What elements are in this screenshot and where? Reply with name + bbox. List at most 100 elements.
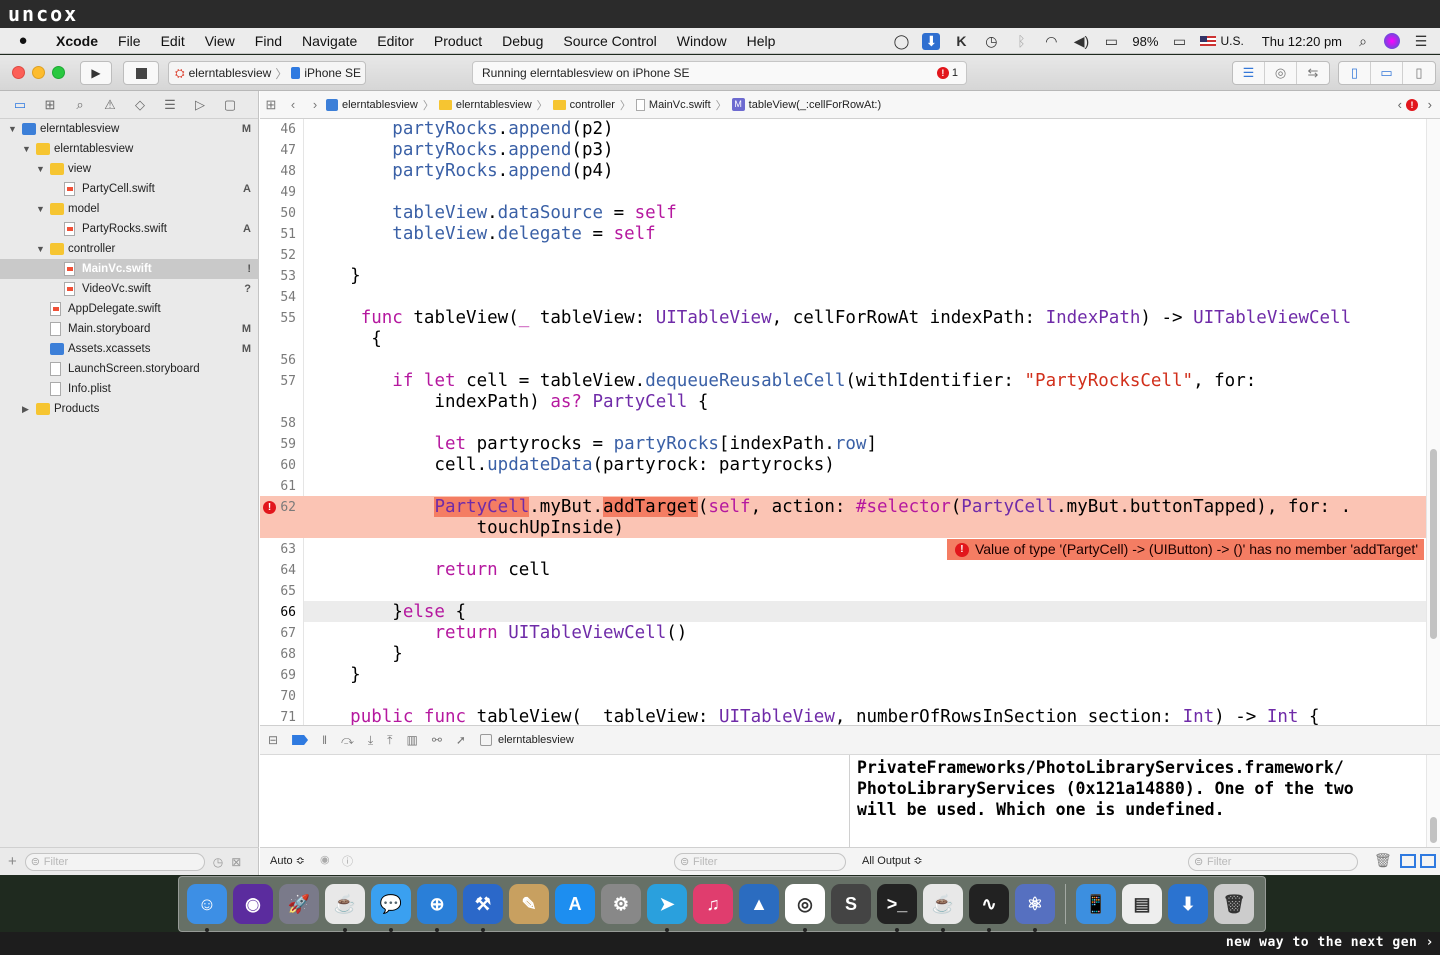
sublime-icon[interactable]: S [831, 884, 871, 924]
variables-scope-dropdown[interactable]: Auto ≎ [270, 854, 305, 867]
k-app-icon[interactable]: K [952, 33, 970, 49]
standard-editor-icon[interactable]: ☰ [1233, 62, 1265, 84]
tree-item[interactable]: LaunchScreen.storyboard [0, 359, 259, 379]
tree-item[interactable]: Main.storyboard M [0, 319, 259, 339]
battery-percent[interactable]: 98% [1132, 34, 1158, 49]
menu-window[interactable]: Window [667, 33, 737, 49]
menu-help[interactable]: Help [737, 33, 786, 49]
scheme-selector[interactable]: ⛭ elerntablesview 〉 iPhone SE [168, 61, 366, 85]
navigator-filter-input[interactable]: Filter [24, 852, 205, 871]
itunes-icon[interactable]: ♫ [693, 884, 733, 924]
app-store-icon[interactable]: A [555, 884, 595, 924]
console-filter-input[interactable]: Filter [1188, 853, 1358, 871]
test-icon[interactable]: ◇ [132, 97, 148, 113]
issue-indicator-icon[interactable]: ! [1406, 98, 1418, 111]
tree-item[interactable]: ▶ Products [0, 399, 259, 419]
messages-icon[interactable]: 💬 [371, 884, 411, 932]
tree-item[interactable]: Info.plist [0, 379, 259, 399]
finder-icon[interactable]: ☺ [187, 884, 227, 932]
menu-navigate[interactable]: Navigate [292, 33, 367, 49]
activity-monitor-icon[interactable]: ∿ [969, 884, 1009, 932]
step-over-icon[interactable]: ⤼ [341, 733, 354, 748]
minimize-window-button[interactable] [32, 66, 45, 79]
source-editor[interactable]: ! 46 partyRocks.append(p2) 47 partyRocks… [260, 119, 1426, 725]
menu-editor[interactable]: Editor [367, 33, 424, 49]
plist-file-icon[interactable]: ▤ [1122, 884, 1162, 924]
preview-icon[interactable]: ✎ [509, 884, 549, 924]
disclosure-open-icon[interactable]: ▼ [8, 119, 17, 139]
activity-error-badge[interactable]: ! 1 [936, 62, 958, 84]
debug-icon[interactable]: ☰ [162, 97, 178, 113]
back-icon[interactable]: ‹ [282, 97, 304, 112]
process-selector[interactable]: elerntablesview [479, 734, 574, 746]
disclosure-open-icon[interactable]: ▼ [22, 139, 31, 159]
battery-icon[interactable]: ▭ [1170, 33, 1188, 50]
view-hierarchy-icon[interactable]: ▥ [406, 733, 417, 747]
memory-graph-icon[interactable]: ⚯ [432, 733, 442, 747]
step-out-icon[interactable]: ⤒ [387, 733, 392, 748]
editor-scrollbar[interactable] [1426, 119, 1440, 725]
disclosure-closed-icon[interactable]: ▶ [22, 399, 29, 419]
crumb-controller[interactable]: controller [552, 99, 615, 111]
variables-filter-input[interactable]: Filter [674, 853, 846, 871]
tree-item[interactable]: ▼ elerntablesview M [0, 119, 259, 139]
trash-icon[interactable]: 🗑 [1214, 884, 1254, 924]
notification-center-icon[interactable]: ☰ [1412, 33, 1430, 50]
chrome-icon[interactable]: ◎ [785, 884, 825, 932]
crumb-project[interactable]: elerntablesview [326, 98, 418, 111]
recent-files-icon[interactable]: ◷ [213, 855, 223, 869]
menu-source-control[interactable]: Source Control [553, 33, 666, 49]
java-icon[interactable]: ☕ [325, 884, 365, 932]
menu-debug[interactable]: Debug [492, 33, 553, 49]
menu-product[interactable]: Product [424, 33, 492, 49]
menu-find[interactable]: Find [245, 33, 292, 49]
volume-icon[interactable]: ◀) [1072, 33, 1090, 50]
spotlight-search-icon[interactable]: ⌕ [1354, 33, 1372, 50]
forward-icon[interactable]: › [304, 97, 326, 112]
stop-button[interactable] [123, 61, 159, 85]
variables-view[interactable] [260, 755, 850, 847]
bluetooth-icon[interactable]: ᛒ [1012, 33, 1030, 49]
console-output-dropdown[interactable]: All Output ≎ [862, 854, 923, 867]
keynote-icon[interactable]: ▲ [739, 884, 779, 924]
tree-item[interactable]: ▼ elerntablesview [0, 139, 259, 159]
terminal-icon[interactable]: >_ [877, 884, 917, 932]
hide-debug-area-icon[interactable]: ⊟ [268, 733, 278, 747]
split-view-left-icon[interactable] [1400, 854, 1416, 868]
disclosure-open-icon[interactable]: ▼ [36, 159, 45, 179]
source-control-icon[interactable]: ⊞ [42, 97, 58, 113]
zoom-window-button[interactable] [52, 66, 65, 79]
java2-icon[interactable]: ☕ [923, 884, 963, 932]
breakpoints-toggle-icon[interactable] [292, 735, 309, 745]
activity-viewer[interactable]: Running elerntablesview on iPhone SE ! 1 [472, 61, 967, 85]
network-icon[interactable]: ⚛ [1015, 884, 1055, 932]
download-icon[interactable]: ⬇ [922, 32, 941, 50]
xcode-icon[interactable]: ⚒ [463, 884, 503, 932]
downloads-icon[interactable]: ⬇ [1168, 884, 1208, 924]
crumb-group[interactable]: elerntablesview [438, 99, 532, 111]
version-editor-icon[interactable]: ⇆ [1297, 62, 1329, 84]
tree-item[interactable]: VideoVc.swift? [0, 279, 259, 299]
run-button[interactable]: ▶ [80, 61, 112, 85]
previous-issue-icon[interactable]: ‹ [1398, 97, 1402, 112]
tree-item[interactable]: PartyCell.swift A [0, 179, 259, 199]
menu-edit[interactable]: Edit [151, 33, 195, 49]
related-items-icon[interactable]: ⊞ [260, 97, 282, 113]
menu-app-name[interactable]: Xcode [46, 33, 108, 49]
split-view-right-icon[interactable] [1420, 854, 1436, 868]
inline-error-message[interactable]: ! Value of type '(PartyCell) -> (UIButto… [946, 539, 1424, 560]
wifi-icon[interactable]: ◠ [1042, 33, 1060, 50]
assistant-editor-icon[interactable]: ◎ [1265, 62, 1297, 84]
console-scrollbar[interactable] [1426, 755, 1440, 847]
crumb-file[interactable]: MainVc.swift [635, 98, 711, 111]
safari-icon[interactable]: ⊕ [417, 884, 457, 932]
input-source[interactable]: U.S. [1200, 34, 1244, 48]
report-icon[interactable]: ▢ [222, 97, 238, 113]
tree-item[interactable]: Assets.xcassets M [0, 339, 259, 359]
toggle-utilities-icon[interactable]: ▯ [1403, 62, 1435, 84]
close-window-button[interactable] [12, 66, 25, 79]
apple-icon[interactable]: ● [0, 32, 46, 49]
trash-icon[interactable]: 🗑 [1374, 852, 1392, 869]
menu-file[interactable]: File [108, 33, 151, 49]
toggle-debug-area-icon[interactable]: ▭ [1371, 62, 1403, 84]
